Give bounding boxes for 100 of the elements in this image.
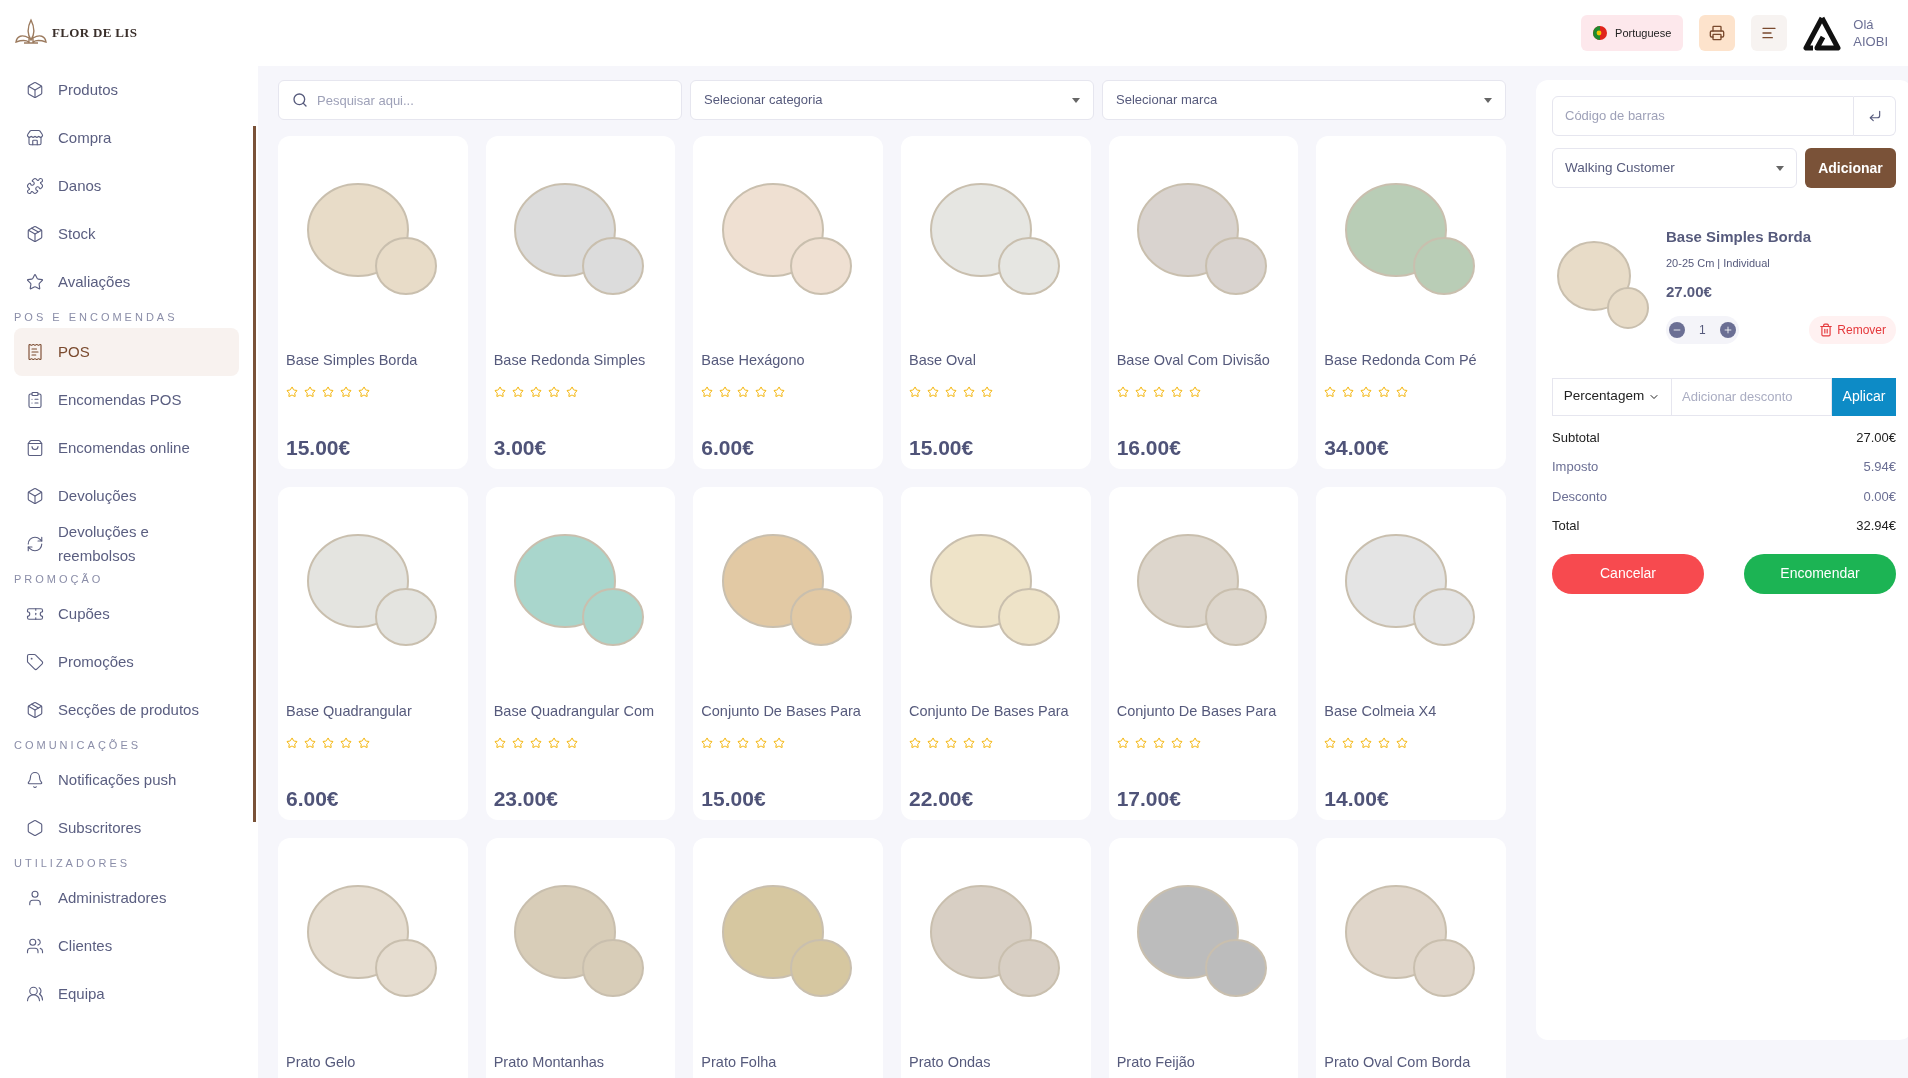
add-button[interactable]: Adicionar (1805, 148, 1896, 188)
summary-label: Desconto (1552, 487, 1607, 506)
sidebar-item[interactable]: Promoções (14, 638, 239, 686)
star-icon (286, 385, 298, 398)
enter-icon (1867, 109, 1882, 123)
product-card[interactable]: Prato Folha (693, 838, 883, 1078)
barcode-field[interactable]: Código de barras (1552, 96, 1854, 136)
increase-button[interactable] (1719, 321, 1736, 338)
product-price: 6.00€ (286, 785, 340, 812)
sidebar-item[interactable]: Equipa (14, 970, 239, 1018)
star-icon (340, 385, 352, 398)
sidebar-item[interactable]: Compra (14, 114, 239, 162)
brand-name: FLOR DE LIS (52, 24, 138, 43)
product-name: Base Redonda Com Pé (1324, 351, 1478, 370)
star-icon (719, 736, 732, 749)
product-card[interactable]: Base Hexágono 6.00€ (693, 136, 883, 469)
product-card[interactable]: Base Colmeia X4 14.00€ (1316, 487, 1506, 820)
product-card[interactable]: Base Redonda Simples 3.00€ (485, 136, 676, 469)
product-card[interactable]: Base Quadrangular Com 23.00€ (485, 487, 676, 820)
product-name: Prato Oval Com Borda (1324, 1053, 1472, 1072)
product-name: Conjunto De Bases Para (909, 702, 1070, 721)
product-card[interactable]: Prato Feijão (1108, 838, 1299, 1078)
star-icon (909, 736, 921, 749)
product-name: Conjunto De Bases Para (701, 702, 862, 721)
sidebar-item[interactable]: Devoluções e reembolsos (14, 520, 239, 568)
product-name: Prato Ondas (909, 1053, 992, 1072)
product-name: Conjunto De Bases Para (1116, 702, 1278, 721)
product-name: Prato Feijão (1116, 1053, 1196, 1072)
sidebar-item[interactable]: Cupões (14, 590, 239, 638)
product-card[interactable]: Conjunto De Bases Para 15.00€ (693, 487, 883, 820)
menu-icon (1761, 25, 1778, 41)
star-icon (981, 736, 993, 749)
brand-select[interactable]: Selecionar marca (1102, 80, 1506, 120)
star-icon (1170, 736, 1183, 749)
discount-type-select[interactable]: Percentagem (1552, 377, 1672, 416)
trash-icon (1819, 322, 1834, 337)
customer-select[interactable]: Walking Customer (1552, 148, 1797, 188)
language-selector[interactable]: Portuguese (1581, 15, 1684, 51)
product-card[interactable]: Conjunto De Bases Para 22.00€ (901, 487, 1091, 820)
apply-button[interactable]: Aplicar (1832, 377, 1896, 416)
clipboard-icon (26, 391, 44, 409)
summary-label: Subtotal (1552, 428, 1600, 447)
category-select[interactable]: Selecionar categoria (690, 80, 1094, 120)
star-icon (1152, 385, 1165, 398)
section-heading: UTILIZADORES (14, 855, 132, 871)
sidebar-item[interactable]: Devoluções (14, 472, 239, 520)
product-name: Base Colmeia X4 (1324, 702, 1438, 721)
product-name: Base Quadrangular (286, 702, 413, 721)
star-icon (1324, 736, 1337, 749)
discount-field[interactable]: Adicionar desconto (1672, 377, 1832, 416)
sidebar-item[interactable]: Clientes (14, 922, 239, 970)
puzzle-icon (26, 177, 44, 195)
sidebar-item[interactable]: Encomendas online (14, 424, 239, 472)
section-heading: COMUNICAÇÕES (14, 737, 143, 753)
product-card[interactable]: Base Oval 15.00€ (901, 136, 1091, 469)
product-card[interactable]: Prato Gelo (278, 838, 468, 1078)
star-icon (511, 385, 524, 398)
product-card[interactable]: Conjunto De Bases Para 17.00€ (1108, 487, 1299, 820)
star-icon (773, 385, 786, 398)
star-icon (322, 385, 334, 398)
search-icon (292, 92, 308, 108)
star-icon (737, 385, 750, 398)
section-heading: PROMOÇÃO (14, 571, 105, 587)
printer-button[interactable] (1699, 15, 1736, 51)
menu-button[interactable] (1751, 15, 1788, 51)
star-icon (1396, 385, 1409, 398)
product-name: Base Hexágono (701, 351, 806, 370)
sidebar-item[interactable]: Administradores (14, 874, 239, 922)
product-card[interactable]: Prato Oval Com Borda (1316, 838, 1506, 1078)
hexagon-icon (26, 819, 44, 837)
star-icon (529, 385, 542, 398)
product-price: 22.00€ (909, 785, 975, 812)
sidebar-item[interactable]: Subscritores (14, 804, 239, 852)
team-icon (26, 985, 44, 1003)
product-card[interactable]: Base Redonda Com Pé 34.00€ (1316, 136, 1506, 469)
star-icon (719, 385, 732, 398)
refresh-icon (26, 535, 44, 553)
product-name: Base Redonda Simples (493, 351, 647, 370)
sidebar-item[interactable]: Encomendas POS (14, 376, 239, 424)
remove-button[interactable]: Remover (1809, 315, 1896, 344)
product-card[interactable]: Base Simples Borda 15.00€ (278, 136, 468, 469)
search-field[interactable]: Pesquisar aqui... (278, 80, 682, 120)
store-icon (26, 129, 44, 147)
product-card[interactable]: Prato Montanhas (485, 838, 676, 1078)
star-icon (1188, 736, 1201, 749)
user-icon (26, 889, 44, 907)
sidebar-item[interactable]: Danos (14, 162, 239, 210)
decrease-button[interactable] (1669, 321, 1685, 338)
sidebar-item[interactable]: POS (14, 328, 239, 376)
star-icon (1342, 736, 1355, 749)
sidebar-item[interactable]: Stock (14, 210, 239, 258)
product-card[interactable]: Base Oval Com Divisão 16.00€ (1108, 136, 1299, 469)
sidebar-item[interactable]: Produtos (14, 66, 239, 114)
star-icon (1360, 736, 1373, 749)
sidebar-item[interactable]: Secções de produtos (14, 686, 239, 734)
sidebar-item[interactable]: Notificações push (14, 756, 239, 804)
product-card[interactable]: Prato Ondas (901, 838, 1091, 1078)
product-card[interactable]: Base Quadrangular 6.00€ (278, 487, 468, 820)
product-name: Base Simples Borda (286, 351, 419, 370)
sidebar-item[interactable]: Avaliações (14, 258, 239, 306)
